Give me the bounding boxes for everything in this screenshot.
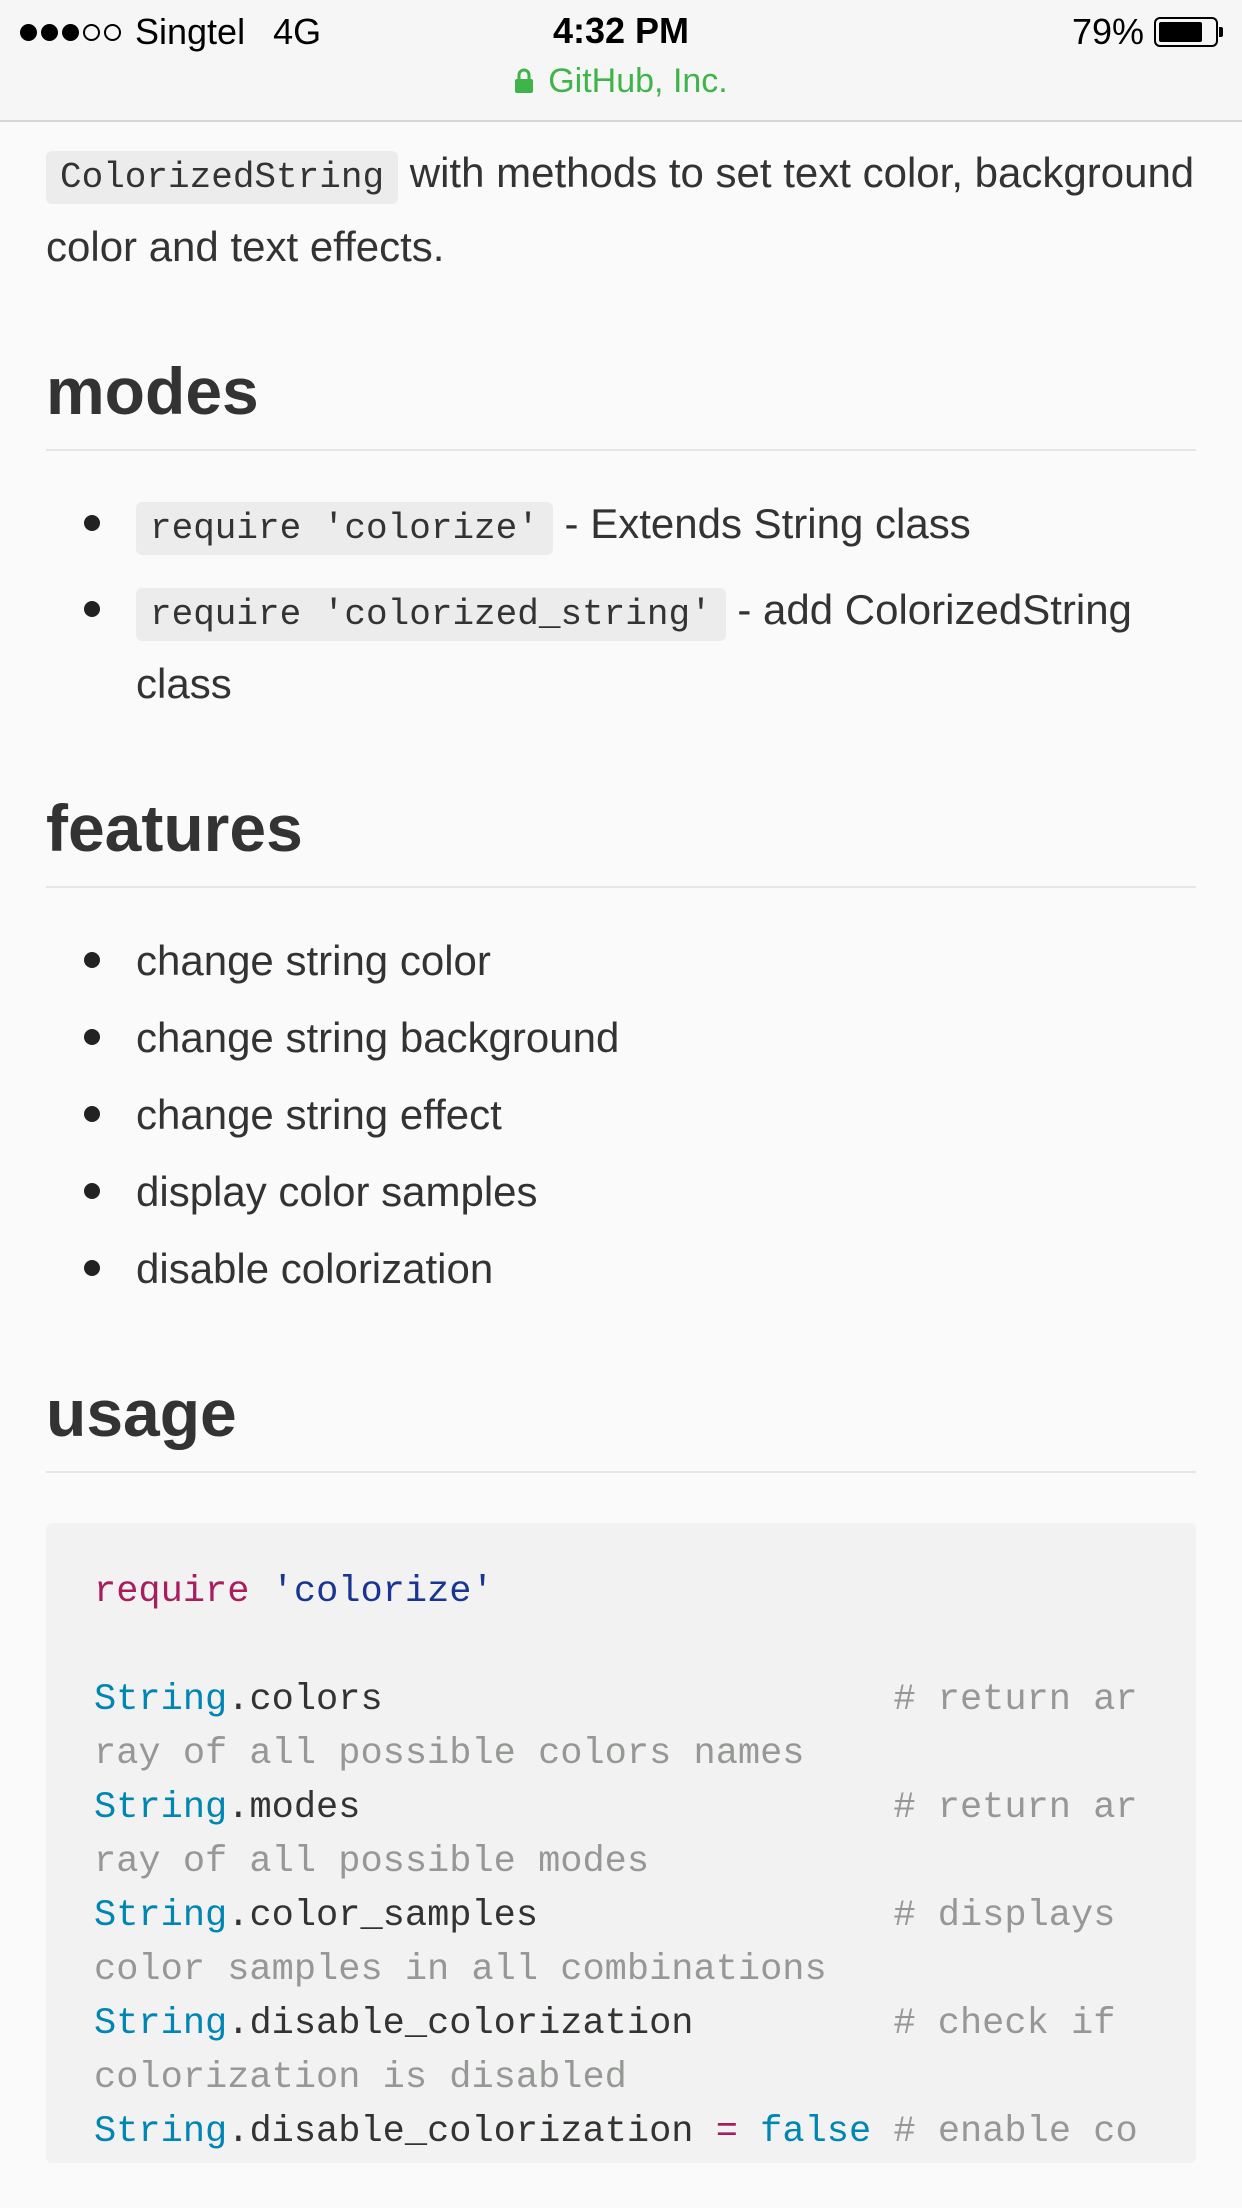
readme-content: ColorizedString with methods to set text… bbox=[46, 120, 1196, 2163]
list-item-text: display color samples bbox=[136, 1168, 538, 1215]
status-right: 79% bbox=[1071, 10, 1223, 54]
features-list: change string color change string backgr… bbox=[46, 926, 1196, 1303]
bullet-icon bbox=[84, 1106, 100, 1122]
code-line: String.color_samples # displays color sa… bbox=[94, 1895, 1138, 1991]
bullet-icon bbox=[84, 1183, 100, 1199]
list-item-text: change string background bbox=[136, 1014, 620, 1061]
code-string: 'colorize' bbox=[271, 1571, 494, 1613]
site-name: GitHub, Inc. bbox=[548, 61, 728, 100]
code-line: String.modes # return array of all possi… bbox=[94, 1787, 1138, 1883]
bullet-icon bbox=[84, 601, 100, 617]
list-item: change string effect bbox=[46, 1080, 1196, 1149]
list-item: require 'colorized_string' - add Coloriz… bbox=[46, 575, 1196, 718]
heading-features: features bbox=[46, 788, 1196, 888]
list-item-text: change string color bbox=[136, 937, 491, 984]
network-type: 4G bbox=[273, 11, 322, 52]
list-item: require 'colorize' - Extends String clas… bbox=[46, 489, 1196, 563]
battery-icon bbox=[1154, 17, 1223, 47]
code-line: String.disable_colorization # check if c… bbox=[94, 2003, 1138, 2099]
section-usage: usage require 'colorize' String.colors #… bbox=[46, 1373, 1196, 2163]
inline-code: require 'colorize' bbox=[136, 502, 553, 555]
status-and-url-bar: Singtel 4G 4:32 PM 79% GitHub, Inc. bbox=[0, 0, 1242, 122]
section-features: features change string color change stri… bbox=[46, 788, 1196, 1303]
bullet-icon bbox=[84, 1029, 100, 1045]
list-item: display color samples bbox=[46, 1157, 1196, 1226]
modes-list: require 'colorize' - Extends String clas… bbox=[46, 489, 1196, 718]
heading-modes: modes bbox=[46, 351, 1196, 451]
list-item: change string color bbox=[46, 926, 1196, 995]
list-item-text: - Extends String class bbox=[564, 500, 971, 547]
url-bar[interactable]: GitHub, Inc. bbox=[0, 60, 1242, 102]
signal-strength-icon bbox=[20, 23, 125, 41]
list-item: disable colorization bbox=[46, 1234, 1196, 1303]
list-item-text: disable colorization bbox=[136, 1245, 494, 1292]
code-line: String.disable_colorization = false # en… bbox=[94, 2111, 1138, 2163]
status-left: Singtel 4G bbox=[20, 10, 321, 54]
inline-code-colorizedstring: ColorizedString bbox=[46, 151, 399, 204]
bullet-icon bbox=[84, 515, 100, 531]
code-keyword: require bbox=[94, 1571, 250, 1613]
carrier-name: Singtel bbox=[135, 11, 246, 52]
code-line: String.colors # return array of all poss… bbox=[94, 1679, 1138, 1775]
battery-fill bbox=[1159, 22, 1202, 42]
list-item-text: change string effect bbox=[136, 1091, 502, 1138]
heading-usage: usage bbox=[46, 1373, 1196, 1473]
list-item: change string background bbox=[46, 1003, 1196, 1072]
inline-code: require 'colorized_string' bbox=[136, 588, 726, 641]
bullet-icon bbox=[84, 952, 100, 968]
lock-icon bbox=[514, 68, 534, 94]
code-block: require 'colorize' String.colors # retur… bbox=[46, 1523, 1196, 2163]
bullet-icon bbox=[84, 1260, 100, 1276]
intro-paragraph: ColorizedString with methods to set text… bbox=[46, 138, 1196, 281]
battery-percent: 79% bbox=[1071, 11, 1144, 52]
section-modes: modes require 'colorize' - Extends Strin… bbox=[46, 351, 1196, 718]
